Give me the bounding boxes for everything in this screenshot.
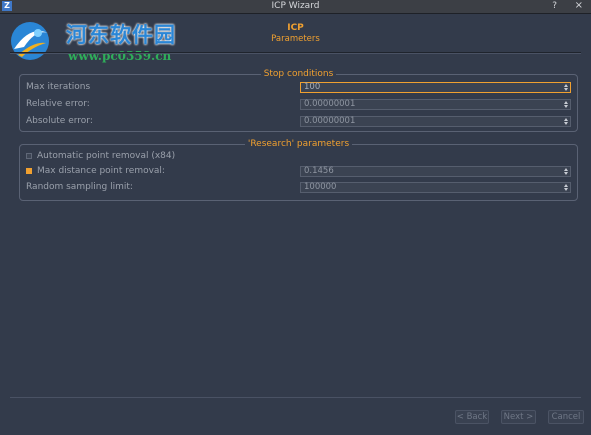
max-iterations-row: Max iterations 100 bbox=[26, 82, 571, 93]
help-button[interactable]: ? bbox=[552, 0, 557, 12]
stop-conditions-group: Stop conditions Max iterations 100 Relat… bbox=[19, 69, 578, 132]
max-distance-checkbox[interactable] bbox=[26, 168, 32, 174]
max-distance-value[interactable]: 0.1456 bbox=[304, 166, 334, 177]
footer-divider bbox=[10, 397, 581, 398]
next-button[interactable]: Next > bbox=[501, 410, 536, 424]
max-iterations-value[interactable]: 100 bbox=[304, 82, 320, 93]
close-button[interactable]: × bbox=[575, 0, 583, 12]
header-divider bbox=[10, 52, 581, 54]
random-sampling-label: Random sampling limit: bbox=[26, 182, 133, 192]
max-distance-label[interactable]: Max distance point removal: bbox=[37, 166, 165, 177]
cancel-button[interactable]: Cancel bbox=[548, 410, 584, 424]
automatic-point-removal-row[interactable]: Automatic point removal (x84) bbox=[26, 151, 571, 162]
title-bar: Z ICP Wizard ? × bbox=[0, 0, 591, 14]
relative-error-row: Relative error: 0.00000001 bbox=[26, 99, 571, 110]
automatic-point-removal-checkbox[interactable] bbox=[26, 153, 32, 159]
page-title: ICP bbox=[287, 23, 304, 33]
automatic-point-removal-label[interactable]: Automatic point removal (x84) bbox=[37, 151, 175, 162]
relative-error-label: Relative error: bbox=[26, 99, 90, 109]
research-parameters-title: 'Research' parameters bbox=[20, 139, 577, 150]
absolute-error-label: Absolute error: bbox=[26, 116, 93, 126]
random-sampling-spinbox[interactable]: 100000 bbox=[300, 182, 571, 193]
random-sampling-row: Random sampling limit: 100000 bbox=[26, 182, 571, 193]
research-parameters-group: 'Research' parameters Automatic point re… bbox=[19, 139, 578, 201]
max-iterations-spinbox[interactable]: 100 bbox=[300, 82, 571, 93]
absolute-error-row: Absolute error: 0.00000001 bbox=[26, 116, 571, 127]
page-header: ICP Parameters bbox=[0, 22, 591, 45]
back-button[interactable]: < Back bbox=[455, 410, 489, 424]
absolute-error-value[interactable]: 0.00000001 bbox=[304, 116, 355, 127]
relative-error-spinbox[interactable]: 0.00000001 bbox=[300, 99, 571, 110]
spin-arrows-icon[interactable] bbox=[563, 83, 569, 92]
max-iterations-label: Max iterations bbox=[26, 82, 91, 92]
random-sampling-value[interactable]: 100000 bbox=[304, 182, 336, 193]
spin-arrows-icon[interactable] bbox=[563, 183, 569, 192]
spin-arrows-icon[interactable] bbox=[563, 167, 569, 176]
stop-conditions-title: Stop conditions bbox=[20, 69, 577, 80]
absolute-error-spinbox[interactable]: 0.00000001 bbox=[300, 116, 571, 127]
spin-arrows-icon[interactable] bbox=[563, 117, 569, 126]
page-subtitle: Parameters bbox=[271, 34, 320, 44]
window-title: ICP Wizard bbox=[271, 1, 320, 11]
max-distance-spinbox[interactable]: 0.1456 bbox=[300, 166, 571, 177]
spin-arrows-icon[interactable] bbox=[563, 100, 569, 109]
relative-error-value[interactable]: 0.00000001 bbox=[304, 99, 355, 110]
max-distance-row: Max distance point removal: 0.1456 bbox=[26, 166, 571, 177]
